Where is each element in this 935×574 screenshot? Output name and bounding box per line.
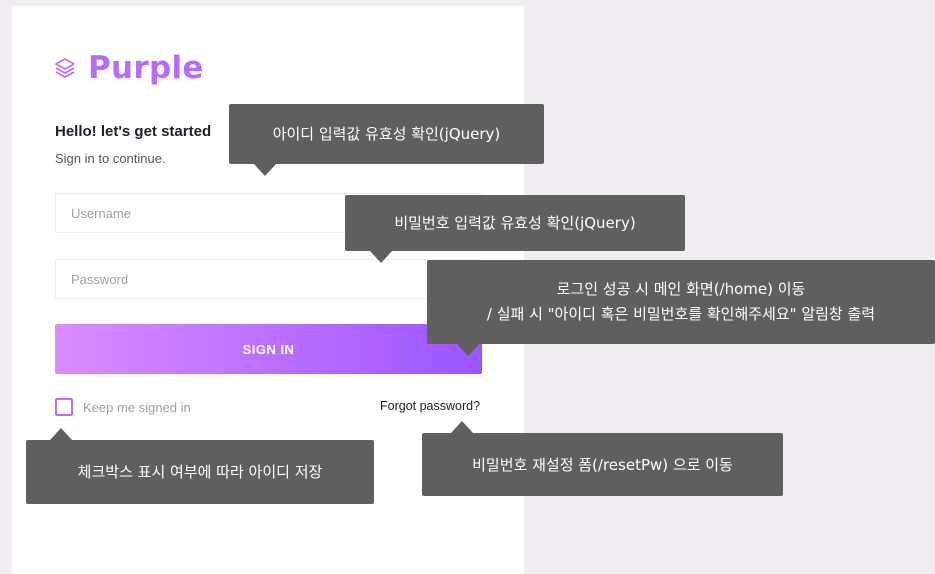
brand-logo: Purple [54, 50, 204, 86]
password-input[interactable] [55, 259, 481, 299]
tooltip-text: 아이디 입력값 유효성 확인(jQuery) [272, 125, 501, 143]
keep-signed-in-label: Keep me signed in [83, 399, 191, 415]
page-title: Hello! let's get started [55, 123, 212, 140]
tooltip-text: 체크박스 표시 여부에 따라 아이디 저장 [77, 463, 323, 481]
tooltip-password-validation: 비밀번호 입력값 유효성 확인(jQuery) [345, 195, 685, 251]
tooltip-signin-result: 로그인 성공 시 메인 화면(/home) 이동 / 실패 시 "아이디 혹은 … [427, 260, 935, 344]
tooltip-reset-password: 비밀번호 재설정 폼(/resetPw) 으로 이동 [422, 433, 783, 496]
forgot-password-link[interactable]: Forgot password? [380, 399, 480, 413]
brand-name: Purple [88, 50, 204, 86]
tooltip-text: 비밀번호 입력값 유효성 확인(jQuery) [394, 214, 636, 232]
tooltip-arrow [370, 251, 392, 263]
tooltip-arrow [254, 164, 276, 176]
layers-icon [54, 57, 76, 79]
keep-signed-in-checkbox[interactable] [55, 398, 73, 416]
tooltip-username-validation: 아이디 입력값 유효성 확인(jQuery) [229, 104, 544, 164]
tooltip-remember-id: 체크박스 표시 여부에 따라 아이디 저장 [26, 440, 374, 504]
keep-signed-in[interactable]: Keep me signed in [55, 398, 191, 416]
signin-button[interactable]: SIGN IN [55, 324, 482, 374]
tooltip-text: / 실패 시 "아이디 혹은 비밀번호를 확인해주세요" 알림창 출력 [486, 305, 876, 323]
tooltip-arrow [50, 428, 72, 440]
tooltip-text: 비밀번호 재설정 폼(/resetPw) 으로 이동 [472, 455, 733, 474]
tooltip-text: 로그인 성공 시 메인 화면(/home) 이동 [556, 280, 806, 298]
tooltip-arrow [457, 344, 479, 356]
page-subtitle: Sign in to continue. [55, 151, 166, 166]
tooltip-arrow [451, 421, 473, 433]
